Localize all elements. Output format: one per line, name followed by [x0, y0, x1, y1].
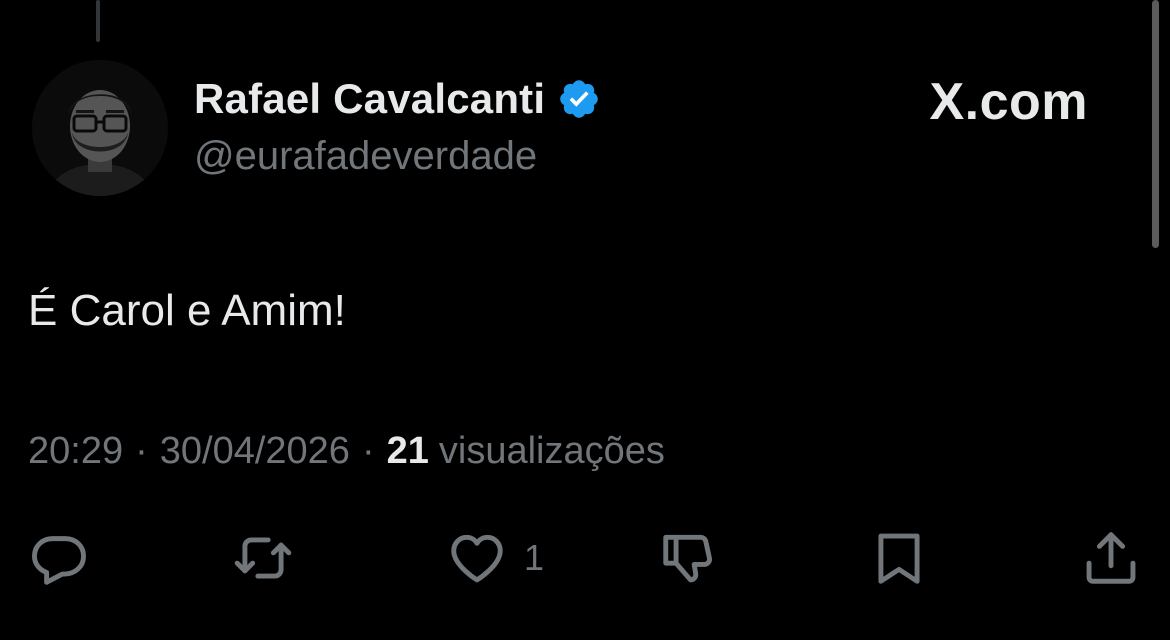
- share-button[interactable]: [1080, 526, 1142, 590]
- meta-separator: ·: [135, 430, 148, 472]
- views-label: visualizações: [438, 430, 665, 472]
- tweet-time[interactable]: 20:29: [28, 430, 123, 473]
- heart-icon: [451, 534, 503, 583]
- verified-badge-icon: [560, 80, 599, 118]
- like-button[interactable]: 1: [446, 526, 544, 590]
- tweet-date[interactable]: 30/04/2026: [160, 430, 350, 473]
- retweet-button[interactable]: [232, 526, 294, 590]
- thread-connector-line: [96, 0, 100, 42]
- scrollbar[interactable]: [1152, 0, 1159, 248]
- bookmark-icon: [878, 533, 920, 584]
- like-count: 1: [524, 537, 545, 578]
- views-count: 21: [386, 430, 429, 472]
- retweet-arrows-icon: [234, 537, 292, 579]
- author-handle[interactable]: @eurafadeverdade: [194, 134, 537, 179]
- tweet-text: É Carol e Amim!: [28, 286, 346, 335]
- author-name-row[interactable]: Rafael Cavalcanti: [194, 74, 601, 124]
- speech-bubble-icon: [32, 536, 86, 585]
- dislike-button[interactable]: [658, 526, 720, 590]
- x-brand-logo: X.com: [929, 73, 1088, 131]
- share-upload-icon: [1086, 532, 1136, 584]
- avatar[interactable]: [32, 60, 168, 196]
- bookmark-button[interactable]: [868, 526, 930, 590]
- author-display-name[interactable]: Rafael Cavalcanti: [194, 75, 545, 123]
- thumbs-down-icon: [663, 534, 712, 583]
- reply-button[interactable]: [28, 526, 90, 590]
- tweet-meta: 20:29 · 30/04/2026 · 21 visualizações: [28, 430, 665, 473]
- meta-separator: ·: [361, 430, 375, 472]
